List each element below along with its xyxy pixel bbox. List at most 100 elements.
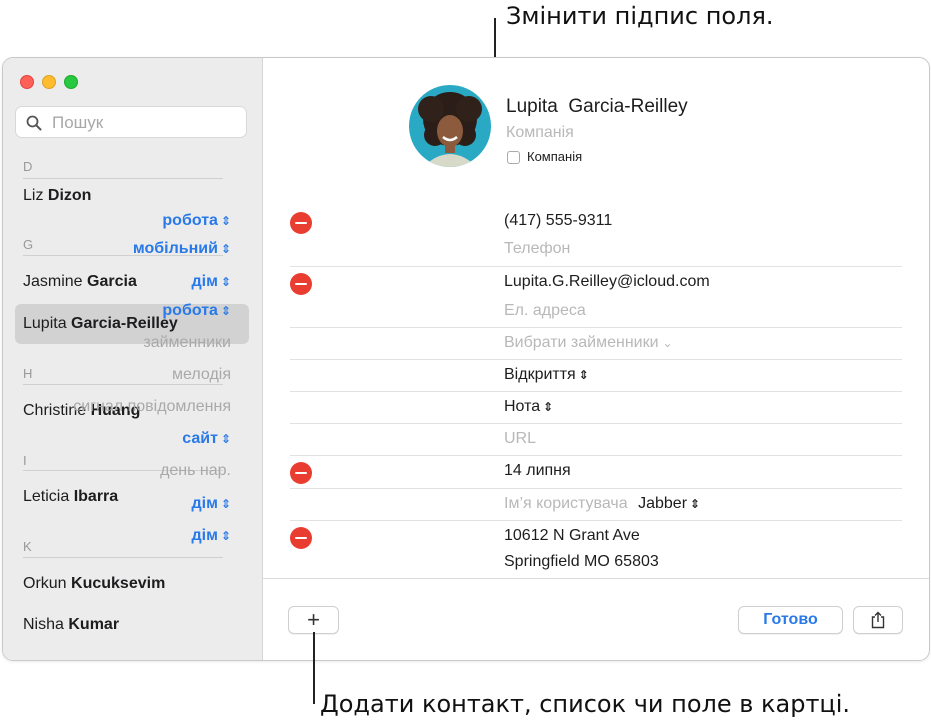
- remove-field-button[interactable]: [290, 527, 312, 549]
- share-button[interactable]: [853, 606, 903, 634]
- field-label: дім: [191, 495, 218, 512]
- contact-first-name: Leticia: [23, 488, 70, 505]
- company-checkbox[interactable]: [507, 151, 520, 164]
- contact-orkun-kucuksevim[interactable]: Orkun Kucuksevim: [15, 564, 249, 604]
- birthday-field-row: день нар. 14 липня: [160, 458, 929, 486]
- field-label: займенники: [143, 334, 231, 351]
- field-label: день нар.: [160, 462, 231, 479]
- minimize-window-button[interactable]: [42, 75, 56, 89]
- field-separator: [290, 391, 902, 392]
- contact-last-name: Kucuksevim: [71, 575, 166, 592]
- updown-chevron-icon: ⇕: [220, 497, 231, 511]
- field-label-selector[interactable]: робота ⇕: [162, 212, 231, 230]
- field-label-selector[interactable]: сайт ⇕: [182, 430, 231, 448]
- field-separator: [290, 423, 902, 424]
- field-label: мобільний: [132, 240, 218, 257]
- callout-edit-label: Змінити підпис поля.: [506, 2, 774, 30]
- field-label: сигнал повідомлення: [73, 398, 231, 415]
- pronouns-placeholder: Вибрати займенники: [504, 334, 659, 351]
- contact-last-name: Dizon: [47, 187, 92, 204]
- close-window-button[interactable]: [20, 75, 34, 89]
- field-label-selector[interactable]: робота ⇕: [162, 302, 231, 320]
- email-input[interactable]: Ел. адреса: [504, 302, 586, 320]
- updown-chevron-icon: ⇕: [690, 497, 701, 511]
- field-separator: [290, 520, 902, 521]
- address-line1[interactable]: 10612 N Grant Ave: [504, 527, 640, 545]
- field-separator: [290, 359, 902, 360]
- contact-full-name[interactable]: Lupita Garcia-Reilley: [506, 96, 688, 118]
- contact-nisha-kumar[interactable]: Nisha Kumar: [15, 605, 249, 645]
- updown-chevron-icon: ⇕: [220, 304, 231, 318]
- section-letter-i: I: [23, 453, 27, 468]
- chevron-down-icon: ⌄: [662, 336, 673, 350]
- add-button[interactable]: +: [288, 606, 339, 634]
- sidebar: D Liz Dizon G Jasmine Garcia Lupita Garc…: [3, 58, 263, 660]
- field-label: мелодія: [172, 366, 231, 383]
- field-label-selector[interactable]: дім ⇕: [192, 495, 232, 513]
- share-icon: [871, 611, 885, 629]
- im-username-input[interactable]: Ім’я користувача: [504, 495, 628, 512]
- field-label: дім: [191, 273, 218, 290]
- field-label-selector[interactable]: дім ⇕: [192, 527, 232, 545]
- updown-chevron-icon: ⇕: [220, 242, 231, 256]
- footer-divider: [263, 578, 929, 579]
- updown-chevron-icon: ⇕: [578, 368, 589, 382]
- url-input[interactable]: URL: [504, 430, 536, 448]
- contact-first-name: Lupita: [23, 315, 67, 332]
- email-value[interactable]: Lupita.G.Reilley@icloud.com: [504, 273, 710, 291]
- section-letter-h: H: [23, 366, 33, 381]
- remove-field-button[interactable]: [290, 462, 312, 484]
- remove-field-button[interactable]: [290, 212, 312, 234]
- email-field-row: робота ⇕ Ел. адреса: [162, 298, 929, 326]
- search-icon: [26, 115, 42, 131]
- done-button[interactable]: Готово: [738, 606, 843, 634]
- im-field: Ім’я користувача Jabber ⇕: [504, 495, 700, 513]
- contact-first-name: Jasmine: [23, 273, 83, 290]
- text-tone-field-row: сигнал повідомлення Нота ⇕: [73, 394, 929, 422]
- pronouns-field-row: займенники Вибрати займенники ⌄: [143, 330, 929, 358]
- birthday-value[interactable]: 14 липня: [504, 462, 571, 480]
- field-label: робота: [162, 212, 218, 229]
- im-service-popup[interactable]: Jabber ⇕: [638, 495, 700, 512]
- updown-chevron-icon: ⇕: [220, 432, 231, 446]
- address-line2[interactable]: Springfield MO 65803: [504, 553, 659, 571]
- text-tone-popup[interactable]: Нота ⇕: [504, 398, 553, 416]
- contact-last-name: Ibarra: [73, 488, 119, 505]
- phone-value[interactable]: (417) 555-9311: [504, 212, 612, 230]
- contact-card: Lupita Garcia-Reilley Компанія Компанія …: [73, 58, 929, 660]
- company-checkbox-label: Компанія: [527, 149, 583, 164]
- updown-chevron-icon: ⇕: [220, 214, 231, 228]
- field-separator: [290, 327, 902, 328]
- pronouns-popup[interactable]: Вибрати займенники ⌄: [504, 334, 673, 352]
- im-service-value: Jabber: [638, 495, 688, 512]
- contact-photo[interactable]: [409, 85, 491, 167]
- ringtone-value: Відкриття: [504, 366, 576, 383]
- search-field[interactable]: [15, 106, 247, 138]
- ringtone-popup[interactable]: Відкриття ⇕: [504, 366, 589, 384]
- section-letter-g: G: [23, 237, 34, 252]
- contact-first-name: Orkun: [23, 575, 67, 592]
- zoom-window-button[interactable]: [64, 75, 78, 89]
- company-field[interactable]: Компанія: [506, 124, 574, 142]
- contact-first-name: Liz: [23, 187, 44, 204]
- ringtone-field-row: мелодія Відкриття ⇕: [172, 362, 929, 390]
- field-label: сайт: [182, 430, 218, 447]
- field-separator: [290, 266, 902, 267]
- contact-liz-dizon[interactable]: Liz Dizon: [15, 176, 249, 216]
- field-label: робота: [162, 302, 218, 319]
- field-label-selector[interactable]: дім ⇕: [192, 273, 232, 291]
- updown-chevron-icon: ⇕: [543, 400, 554, 414]
- field-label-selector[interactable]: мобільний ⇕: [133, 240, 231, 258]
- first-name-field[interactable]: Lupita: [506, 96, 558, 117]
- email-field-row: дім ⇕ Lupita.G.Reilley@icloud.com: [192, 269, 929, 297]
- search-input[interactable]: [50, 111, 244, 135]
- last-name-field[interactable]: Garcia-Reilley: [568, 96, 687, 117]
- im-field-row: дім ⇕ Ім’я користувача Jabber ⇕: [192, 491, 929, 519]
- text-tone-value: Нота: [504, 398, 541, 415]
- phone-input[interactable]: Телефон: [504, 240, 570, 258]
- section-letter-k: K: [23, 539, 32, 554]
- phone-field-row: мобільний ⇕ Телефон: [133, 236, 929, 264]
- contact-last-name: Garcia: [87, 273, 137, 290]
- remove-field-button[interactable]: [290, 273, 312, 295]
- contacts-window: D Liz Dizon G Jasmine Garcia Lupita Garc…: [2, 57, 930, 661]
